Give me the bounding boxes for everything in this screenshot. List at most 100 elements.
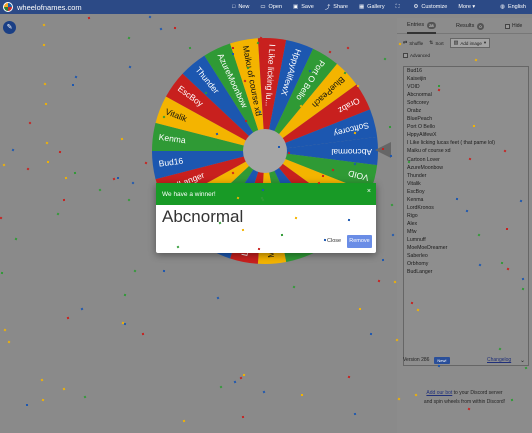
tab-results[interactable]: Results 0 <box>456 18 484 34</box>
shuffle-icon: ⇄ <box>403 40 408 46</box>
entry-line: Kaiseijin <box>407 76 427 83</box>
chevron-down-icon[interactable]: ⌄ <box>520 357 525 364</box>
entry-line: Saberleo <box>407 253 428 260</box>
language-select[interactable]: ◍ English <box>500 0 526 14</box>
confetti-piece <box>472 124 476 128</box>
entry-line: Orabz <box>407 108 422 115</box>
nav-customize-button[interactable]: ⚙ Customize <box>413 4 447 10</box>
sidebar: Entries 28 Results 0 Hide ⇄ Shuffle ⇅ Sort ▧… <box>397 18 532 433</box>
confetti-piece <box>381 147 385 151</box>
confetti-piece <box>123 293 127 297</box>
checkbox-icon <box>505 23 510 29</box>
remove-button[interactable]: Remove <box>347 235 372 248</box>
entry-line: Bud16 <box>407 68 423 74</box>
nav-share-button[interactable]: ⤴ Share <box>325 3 348 11</box>
confetti-piece <box>233 380 237 384</box>
confetti-piece <box>40 378 44 382</box>
confetti-piece <box>393 280 397 284</box>
entry-line: Orbhomy <box>407 261 429 268</box>
confetti-piece <box>66 316 70 320</box>
confetti-piece <box>141 332 145 336</box>
confetti-piece <box>188 46 192 50</box>
results-count-badge: 0 <box>477 22 484 30</box>
confetti-piece <box>144 161 148 165</box>
entries-count-badge: 28 <box>427 21 436 29</box>
edit-pencil-button[interactable]: ✎ <box>3 21 16 34</box>
confetti-piece <box>182 419 186 423</box>
winner-dialog-header: We have a winner! × <box>156 183 376 205</box>
confetti-piece <box>133 269 137 273</box>
confetti-piece <box>292 285 296 289</box>
sort-button[interactable]: ⇅ Sort <box>429 40 443 46</box>
advanced-checkbox[interactable]: Advanced <box>403 53 430 58</box>
confetti-piece <box>120 137 124 141</box>
entry-line: Kenma <box>407 196 424 203</box>
hide-checkbox[interactable]: Hide <box>505 18 522 34</box>
wheel-logo-icon[interactable] <box>3 2 13 12</box>
confetti-piece <box>390 203 394 207</box>
discord-bot-link[interactable]: Add our bot <box>426 390 452 396</box>
confetti-piece <box>3 328 7 332</box>
nav-save-button[interactable]: ▣ Save <box>293 4 314 10</box>
nav-gallery-button[interactable]: ▦ Gallery <box>359 4 385 10</box>
confetti-piece <box>43 82 47 86</box>
confetti-piece <box>239 376 243 380</box>
entry-line: VOID <box>407 84 420 91</box>
confetti-piece <box>231 52 235 56</box>
confetti-piece <box>128 65 132 69</box>
confetti-piece <box>41 398 45 402</box>
confetti-piece <box>2 163 6 167</box>
confetti-piece <box>11 148 15 152</box>
confetti-piece <box>148 15 152 19</box>
confetti-piece <box>80 307 84 311</box>
confetti-piece <box>280 233 284 237</box>
entry-line: Cartoon Lover <box>407 156 440 163</box>
confetti-piece <box>505 227 509 231</box>
confetti-piece <box>262 390 266 394</box>
nav-fullscreen-button[interactable]: ⛶ <box>396 4 403 11</box>
confetti-piece <box>116 176 120 180</box>
confetti-piece <box>391 233 395 237</box>
confetti-piece <box>98 188 102 192</box>
entry-line: Softcorey <box>407 100 429 107</box>
confetti-piece <box>127 36 131 40</box>
nav-menu: □ New ▭ Open ▣ Save ⤴ Share ▦ Gallery ⛶ ⚙ Cust… <box>232 0 486 14</box>
confetti-piece <box>300 393 304 397</box>
close-button[interactable]: Close <box>327 238 341 244</box>
wheel-center-hub[interactable] <box>243 129 287 173</box>
changelog-link[interactable]: Changelog <box>487 357 511 363</box>
confetti-piece <box>62 198 66 202</box>
shuffle-button[interactable]: ⇄ Shuffle <box>403 40 423 46</box>
confetti-piece <box>44 102 48 106</box>
add-image-button[interactable]: ▧ Add image ▾ <box>449 38 491 48</box>
pencil-icon: ✎ <box>6 24 13 31</box>
confetti-piece <box>287 151 291 155</box>
confetti-piece <box>383 57 387 61</box>
entry-line: Lumnuff <box>407 236 426 243</box>
entries-textarea[interactable]: Bud16 Kaiseijin VOID Abcnormal Softcorey Orab… <box>403 66 529 366</box>
entry-line: HppyAlifewX <box>407 132 437 139</box>
confetti-piece <box>127 198 131 202</box>
confetti-piece <box>25 403 29 407</box>
nav-new-button[interactable]: □ New <box>232 4 249 10</box>
confetti-piece <box>323 238 327 242</box>
nav-more-button[interactable]: More ▾ <box>458 4 475 10</box>
version-text: Version 286 <box>403 357 430 363</box>
confetti-piece <box>26 167 30 171</box>
winner-dialog-title: We have a winner! <box>162 190 216 198</box>
entry-line: AzureMoonbow <box>407 164 444 171</box>
sort-icon: ⇅ <box>429 40 434 46</box>
confetti-piece <box>241 415 245 419</box>
close-icon[interactable]: × <box>367 188 371 195</box>
confetti-piece <box>257 247 261 251</box>
entry-line: BudLanger <box>407 269 433 276</box>
confetti-piece <box>87 16 91 20</box>
tab-entries[interactable]: Entries 28 <box>407 18 436 34</box>
confetti-piece <box>455 197 459 201</box>
confetti-piece <box>64 176 68 180</box>
confetti-piece <box>123 322 127 326</box>
site-name[interactable]: wheelofnames.com <box>17 3 82 12</box>
nav-open-button[interactable]: ▭ Open <box>260 4 282 10</box>
confetti-piece <box>28 121 32 125</box>
confetti-piece <box>159 27 163 31</box>
